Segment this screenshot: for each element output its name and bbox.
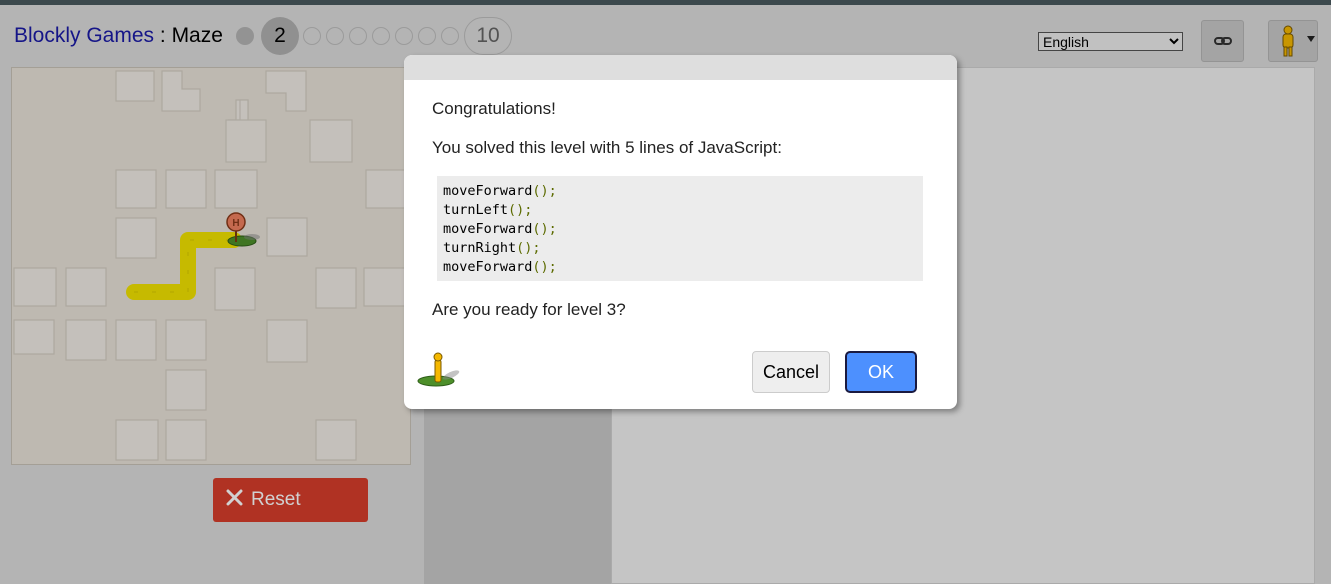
dialog-question: Are you ready for level 3?: [432, 300, 626, 319]
dialog-congrats: Congratulations!: [432, 99, 556, 118]
code-line: turnLeft();: [443, 202, 533, 218]
dialog-title-bar[interactable]: [404, 55, 957, 80]
code-line: moveForward();: [443, 259, 557, 275]
code-line: moveForward();: [443, 183, 557, 199]
dialog-solved-text: You solved this level with 5 lines of Ja…: [432, 138, 782, 157]
code-line: moveForward();: [443, 221, 557, 237]
pegman-icon: [417, 352, 460, 387]
cancel-button[interactable]: Cancel: [752, 351, 830, 393]
code-block: moveForward(); turnLeft(); moveForward()…: [437, 176, 923, 281]
congratulations-dialog: Congratulations! You solved this level w…: [404, 55, 957, 409]
code-line: turnRight();: [443, 240, 541, 256]
ok-button[interactable]: OK: [845, 351, 917, 393]
